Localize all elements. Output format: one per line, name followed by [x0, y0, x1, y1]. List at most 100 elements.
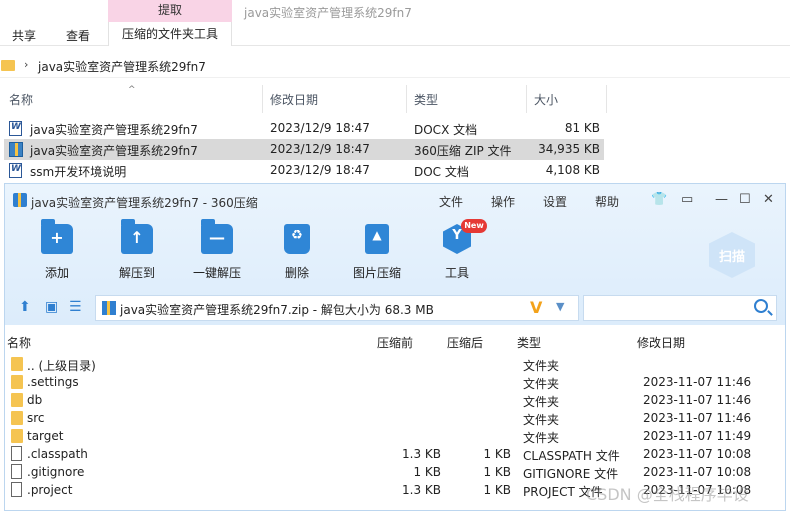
column-size-before[interactable]: 压缩前: [377, 334, 413, 351]
chevron-down-icon[interactable]: ▼: [556, 300, 564, 313]
file-name: java实验室资产管理系统29fn7: [30, 123, 198, 137]
column-divider[interactable]: [262, 85, 263, 113]
file-date: 2023/12/9 18:47: [270, 163, 370, 177]
file-icon: [11, 464, 22, 479]
file-row[interactable]: ssm开发环境说明 2023/12/9 18:47 DOC 文档 4,108 K…: [4, 160, 604, 181]
file-row-selected[interactable]: java实验室资产管理系统29fn7 2023/12/9 18:47 360压缩…: [4, 139, 604, 160]
close-icon[interactable]: ✕: [763, 192, 774, 207]
feedback-icon[interactable]: ▭: [681, 192, 693, 207]
minimize-icon[interactable]: —: [715, 192, 728, 207]
file-type: DOCX 文档: [414, 123, 478, 137]
skin-icon[interactable]: 👕: [651, 192, 667, 207]
list-item[interactable]: .settings 文件夹 2023-11-07 11:46: [5, 373, 785, 391]
chevron-right-icon[interactable]: ›: [24, 58, 28, 71]
zip-app-icon: [13, 193, 27, 207]
column-size-after[interactable]: 压缩后: [447, 334, 483, 351]
list-view-icon[interactable]: ☰: [69, 299, 82, 315]
list-item[interactable]: src 文件夹 2023-11-07 11:46: [5, 409, 785, 427]
image-compress-button[interactable]: ▲ 图片压缩: [347, 224, 407, 281]
column-divider[interactable]: [526, 85, 527, 113]
item-size-after: 1 KB: [483, 447, 511, 461]
item-date: 2023-11-07 11:46: [643, 393, 752, 407]
column-type[interactable]: 类型: [517, 334, 541, 351]
file-icon: [11, 446, 22, 461]
file-row[interactable]: java实验室资产管理系统29fn7 2023/12/9 18:47 DOCX …: [4, 118, 604, 139]
item-type: GITIGNORE 文件: [523, 467, 619, 481]
file-name: java实验室资产管理系统29fn7: [30, 144, 198, 158]
item-name: src: [27, 411, 45, 425]
menu-operation[interactable]: 操作: [491, 193, 515, 210]
list-item[interactable]: .gitignore 1 KB 1 KB GITIGNORE 文件 2023-1…: [5, 463, 785, 481]
extract-to-button[interactable]: ↑ 解压到: [107, 219, 167, 281]
item-name: .settings: [27, 375, 79, 389]
column-name[interactable]: 名称: [7, 334, 31, 351]
file-name: ssm开发环境说明: [30, 165, 127, 179]
search-icon[interactable]: [754, 299, 768, 313]
recycle-bin-icon: ♻: [284, 224, 310, 254]
file-date: 2023/12/9 18:47: [270, 142, 370, 156]
image-compress-label: 图片压缩: [352, 266, 401, 280]
column-date[interactable]: 修改日期: [270, 91, 318, 108]
up-arrow-icon[interactable]: ⬆: [19, 299, 31, 315]
column-name[interactable]: 名称: [9, 91, 33, 108]
item-type: CLASSPATH 文件: [523, 449, 620, 463]
file-type: DOC 文档: [414, 165, 469, 179]
column-size[interactable]: 大小: [534, 91, 558, 108]
menu-file[interactable]: 文件: [439, 193, 463, 210]
add-button[interactable]: + 添加: [27, 219, 87, 281]
column-type[interactable]: 类型: [414, 91, 438, 108]
folder-icon: [11, 375, 23, 389]
file-size: 81 KB: [564, 121, 600, 135]
zip-list-header: 名称 压缩前 压缩后 类型 修改日期: [5, 332, 785, 350]
delete-label: 删除: [284, 266, 309, 280]
context-tab-extract[interactable]: 提取: [108, 0, 232, 22]
tab-share[interactable]: 共享: [12, 27, 36, 44]
zip-path-field[interactable]: java实验室资产管理系统29fn7.zip - 解包大小为 68.3 MB V…: [95, 295, 579, 321]
tab-compressed-folder-tools[interactable]: 压缩的文件夹工具: [108, 22, 232, 46]
maximize-icon[interactable]: ☐: [739, 192, 751, 207]
file-icon: [11, 482, 22, 497]
word-doc-icon: [9, 121, 22, 136]
item-name: target: [27, 429, 64, 443]
extract-to-icon: ↑: [121, 219, 153, 254]
folder-icon: [11, 393, 23, 407]
scan-label: 扫描: [718, 250, 745, 265]
item-type: 文件夹: [523, 431, 560, 445]
file-date: 2023/12/9 18:47: [270, 121, 370, 135]
item-size-after: 1 KB: [483, 465, 511, 479]
address-bar[interactable]: › java实验室资产管理系统29fn7: [0, 54, 790, 78]
list-item[interactable]: target 文件夹 2023-11-07 11:49: [5, 427, 785, 445]
item-name: .project: [27, 483, 73, 497]
item-type: 文件夹: [523, 413, 560, 427]
item-date: 2023-11-07 10:08: [643, 465, 752, 479]
tools-label: 工具: [444, 266, 469, 280]
delete-button[interactable]: ♻ 删除: [267, 224, 327, 281]
file-size: 34,935 KB: [538, 142, 600, 156]
tab-view[interactable]: 查看: [66, 27, 90, 44]
watermark: CSDN @全栈程序毕设: [586, 485, 749, 504]
item-type: 文件夹: [523, 359, 560, 373]
menu-help[interactable]: 帮助: [595, 193, 619, 210]
scan-button[interactable]: 扫描: [709, 232, 755, 278]
zip-window-header: java实验室资产管理系统29fn7 - 360压缩 文件 操作 设置 帮助 👕…: [5, 184, 785, 325]
column-date[interactable]: 修改日期: [637, 334, 685, 351]
one-click-extract-button[interactable]: — 一键解压: [187, 219, 247, 281]
item-name: .gitignore: [27, 465, 85, 479]
file-list-header: ^ 名称 修改日期 类型 大小: [0, 85, 790, 113]
zip-path-bar: ⬆ ▣ ☰ java实验室资产管理系统29fn7.zip - 解包大小为 68.…: [5, 291, 785, 325]
zip-window: java实验室资产管理系统29fn7 - 360压缩 文件 操作 设置 帮助 👕…: [4, 183, 786, 511]
list-item[interactable]: .. (上级目录) 文件夹: [5, 355, 785, 373]
explorer-window-title: java实验室资产管理系统29fn7: [244, 6, 412, 20]
thumbnail-view-icon[interactable]: ▣: [45, 299, 58, 315]
item-date: 2023-11-07 11:46: [643, 411, 752, 425]
list-item[interactable]: .classpath 1.3 KB 1 KB CLASSPATH 文件 2023…: [5, 445, 785, 463]
image-compress-icon: ▲: [365, 224, 389, 254]
list-item[interactable]: db 文件夹 2023-11-07 11:46: [5, 391, 785, 409]
menu-settings[interactable]: 设置: [543, 193, 567, 210]
column-divider[interactable]: [606, 85, 607, 113]
explorer-ribbon: 提取 java实验室资产管理系统29fn7 共享 查看 压缩的文件夹工具: [0, 0, 790, 46]
search-input[interactable]: [583, 295, 777, 321]
verify-icon[interactable]: V: [530, 298, 542, 317]
column-divider[interactable]: [406, 85, 407, 113]
address-path: java实验室资产管理系统29fn7: [38, 60, 206, 74]
